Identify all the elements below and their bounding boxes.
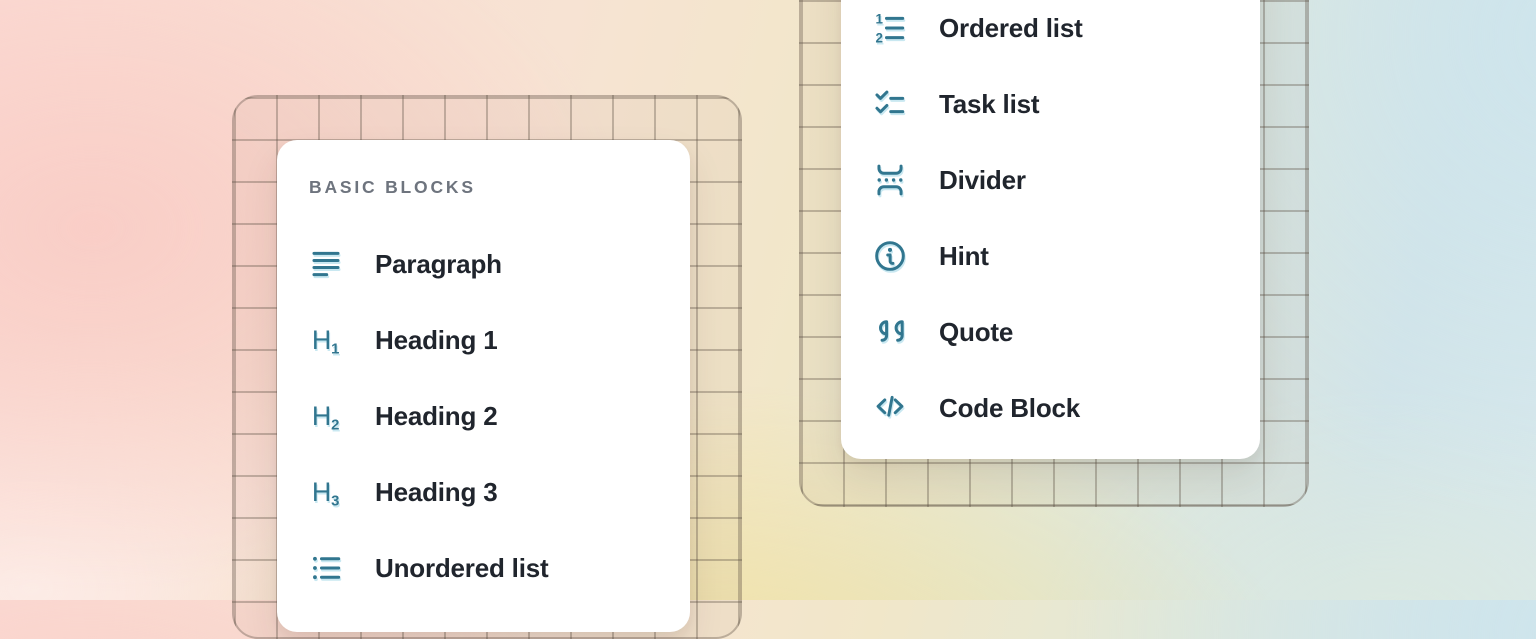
svg-text:2: 2 xyxy=(876,31,883,46)
heading-2-icon: H2 xyxy=(309,399,343,433)
heading-3-icon: H3 xyxy=(309,475,343,509)
menu-item-label: Heading 1 xyxy=(375,325,497,356)
svg-text:1: 1 xyxy=(331,341,339,357)
unordered-list-icon xyxy=(309,551,343,585)
menu-item-quote[interactable]: Quote xyxy=(841,294,1260,370)
quote-icon xyxy=(873,315,907,349)
menu-item-label: Task list xyxy=(939,89,1039,120)
menu-item-label: Paragraph xyxy=(375,249,502,280)
menu-item-divider[interactable]: Divider xyxy=(841,142,1260,218)
blocks-menu-continued-rows: 12Ordered listTask listDividerHintQuoteC… xyxy=(841,0,1260,446)
menu-item-label: Heading 3 xyxy=(375,477,497,508)
svg-text:H: H xyxy=(312,477,331,507)
code-block-icon xyxy=(873,391,907,425)
paragraph-icon xyxy=(309,247,343,281)
hint-icon xyxy=(873,239,907,273)
menu-item-ordered-list[interactable]: 12Ordered list xyxy=(841,0,1260,66)
task-list-icon xyxy=(873,87,907,121)
ordered-list-icon: 12 xyxy=(873,11,907,45)
divider-icon xyxy=(873,163,907,197)
menu-item-label: Divider xyxy=(939,165,1026,196)
heading-1-icon: H1 xyxy=(309,323,343,357)
svg-text:3: 3 xyxy=(331,493,339,509)
menu-item-task-list[interactable]: Task list xyxy=(841,66,1260,142)
blocks-menu-continued: 12Ordered listTask listDividerHintQuoteC… xyxy=(841,0,1260,459)
svg-text:H: H xyxy=(312,401,331,431)
menu-item-label: Hint xyxy=(939,241,989,272)
menu-item-hint[interactable]: Hint xyxy=(841,218,1260,294)
menu-item-paragraph[interactable]: Paragraph xyxy=(277,226,690,302)
svg-text:2: 2 xyxy=(331,417,339,433)
menu-item-code-block[interactable]: Code Block xyxy=(841,370,1260,446)
menu-item-unordered-list[interactable]: Unordered list xyxy=(277,530,690,606)
menu-item-label: Code Block xyxy=(939,393,1080,424)
menu-item-label: Quote xyxy=(939,317,1013,348)
menu-item-heading-1[interactable]: H1 Heading 1 xyxy=(277,302,690,378)
svg-text:H: H xyxy=(312,325,331,355)
menu-item-label: Ordered list xyxy=(939,13,1083,44)
menu-item-label: Heading 2 xyxy=(375,401,497,432)
basic-blocks-menu-rows: ParagraphH1Heading 1H2Heading 2H3Heading… xyxy=(277,226,690,606)
basic-blocks-menu: BASIC BLOCKS ParagraphH1Heading 1H2Headi… xyxy=(277,140,690,632)
menu-item-heading-2[interactable]: H2 Heading 2 xyxy=(277,378,690,454)
menu-item-label: Unordered list xyxy=(375,553,548,584)
section-label: BASIC BLOCKS xyxy=(309,176,690,198)
svg-text:1: 1 xyxy=(876,11,884,26)
menu-item-heading-3[interactable]: H3 Heading 3 xyxy=(277,454,690,530)
